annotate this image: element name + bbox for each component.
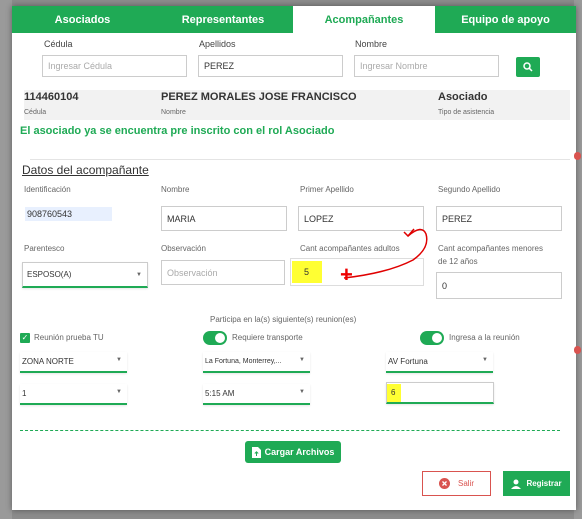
registration-modal: Asociados Representantes Acompañantes Eq… [12, 6, 576, 510]
tab-representantes[interactable]: Representantes [153, 6, 293, 33]
cedula-label: Cédula [44, 39, 73, 49]
annotation-plus: + [340, 262, 353, 287]
tab-asociados[interactable]: Asociados [12, 6, 153, 33]
menores-label-line2: de 12 años [438, 257, 478, 266]
av-select[interactable]: AV Fortuna ▼ [386, 352, 493, 373]
ingresa-label: Ingresa a la reunión [449, 333, 520, 342]
chevron-down-icon: ▼ [482, 357, 488, 363]
lugar-select[interactable]: La Fortuna, Monterrey,... ▼ [203, 352, 310, 373]
zona-value: ZONA NORTE [22, 357, 74, 366]
parentesco-select[interactable]: ESPOSO(A) ▼ [22, 262, 148, 288]
background-page-left [0, 0, 12, 519]
adultos-value: 5 [304, 267, 310, 277]
nombre-label: Nombre [355, 39, 388, 49]
observacion-label: Observación [161, 244, 206, 253]
numero-select[interactable]: 1 ▼ [20, 384, 127, 405]
background-badge [574, 346, 581, 354]
apellidos-label: Apellidos [199, 39, 236, 49]
section-divider [30, 159, 570, 160]
associate-cedula-label: Cédula [24, 109, 47, 116]
segundo-apellido-label: Segundo Apellido [438, 185, 501, 194]
acompanante-nombre-label: Nombre [161, 185, 190, 194]
close-icon [438, 478, 450, 489]
participa-label: Participa en la(s) siguiente(s) reunion(… [210, 315, 357, 324]
preinscribed-notice: El asociado ya se encuentra pre inscrito… [20, 125, 335, 137]
associate-type: Asociado [438, 91, 488, 103]
reunion-input[interactable]: 6 [386, 382, 494, 404]
acompanante-nombre-input[interactable]: MARIA [161, 206, 287, 231]
background-badge [574, 152, 581, 160]
salir-button[interactable]: Salir [422, 471, 491, 496]
hora-value: 5:15 AM [205, 389, 235, 398]
parentesco-value: ESPOSO(A) [27, 270, 72, 279]
section-title: Datos del acompañante [22, 163, 149, 177]
menores-input[interactable]: 0 [436, 272, 562, 299]
ingresa-toggle[interactable] [420, 331, 444, 345]
cedula-search-input[interactable]: Ingresar Cédula [42, 55, 187, 77]
transporte-toggle[interactable] [203, 331, 227, 345]
cargar-label: Cargar Archivos [264, 447, 335, 457]
registrar-button[interactable]: Registrar [503, 471, 570, 496]
zona-select[interactable]: ZONA NORTE ▼ [20, 352, 127, 373]
segundo-apellido-input[interactable]: PEREZ [436, 206, 562, 231]
user-icon [511, 479, 522, 489]
parentesco-label: Parentesco [24, 244, 65, 253]
chevron-down-icon: ▼ [116, 357, 122, 363]
av-value: AV Fortuna [388, 357, 428, 366]
identificacion-label: Identificación [24, 185, 71, 194]
identificacion-input[interactable]: 908760543 [20, 201, 146, 226]
reunion-checkbox[interactable]: ✓ [20, 333, 30, 343]
search-button[interactable] [516, 57, 540, 77]
associate-name-label: Nombre [161, 109, 186, 116]
registrar-label: Registrar [526, 479, 562, 488]
nombre-search-input[interactable]: Ingresar Nombre [354, 55, 499, 77]
chevron-down-icon: ▼ [116, 389, 122, 395]
associate-name: PEREZ MORALES JOSE FRANCISCO [161, 91, 357, 103]
menores-label-line1: Cant acompañantes menores [438, 244, 543, 253]
tab-bar: Asociados Representantes Acompañantes Eq… [12, 6, 576, 33]
file-upload-icon [251, 446, 261, 458]
transporte-label: Requiere transporte [232, 333, 303, 342]
cargar-archivos-button[interactable]: Cargar Archivos [245, 441, 341, 463]
identificacion-value: 908760543 [25, 206, 113, 221]
dashed-divider [20, 430, 560, 431]
reunion-checkbox-label: Reunión prueba TU [34, 333, 104, 342]
tab-equipo-apoyo[interactable]: Equipo de apoyo [435, 6, 576, 33]
reunion-input-value: 6 [391, 388, 396, 397]
tab-acompanantes[interactable]: Acompañantes [293, 6, 435, 33]
chevron-down-icon: ▼ [299, 357, 305, 363]
observacion-input[interactable]: Observación [161, 260, 285, 285]
numero-value: 1 [22, 389, 27, 398]
search-icon [523, 62, 533, 72]
chevron-down-icon: ▼ [136, 272, 142, 278]
associate-type-label: Tipo de asistencia [438, 109, 495, 116]
apellidos-search-input[interactable]: PEREZ [198, 55, 343, 77]
primer-apellido-label: Primer Apellido [300, 185, 354, 194]
chevron-down-icon: ▼ [299, 389, 305, 395]
salir-label: Salir [457, 479, 474, 488]
associate-cedula: 114460104 [24, 91, 79, 103]
hora-select[interactable]: 5:15 AM ▼ [203, 384, 310, 405]
lugar-value: La Fortuna, Monterrey,... [205, 358, 282, 365]
